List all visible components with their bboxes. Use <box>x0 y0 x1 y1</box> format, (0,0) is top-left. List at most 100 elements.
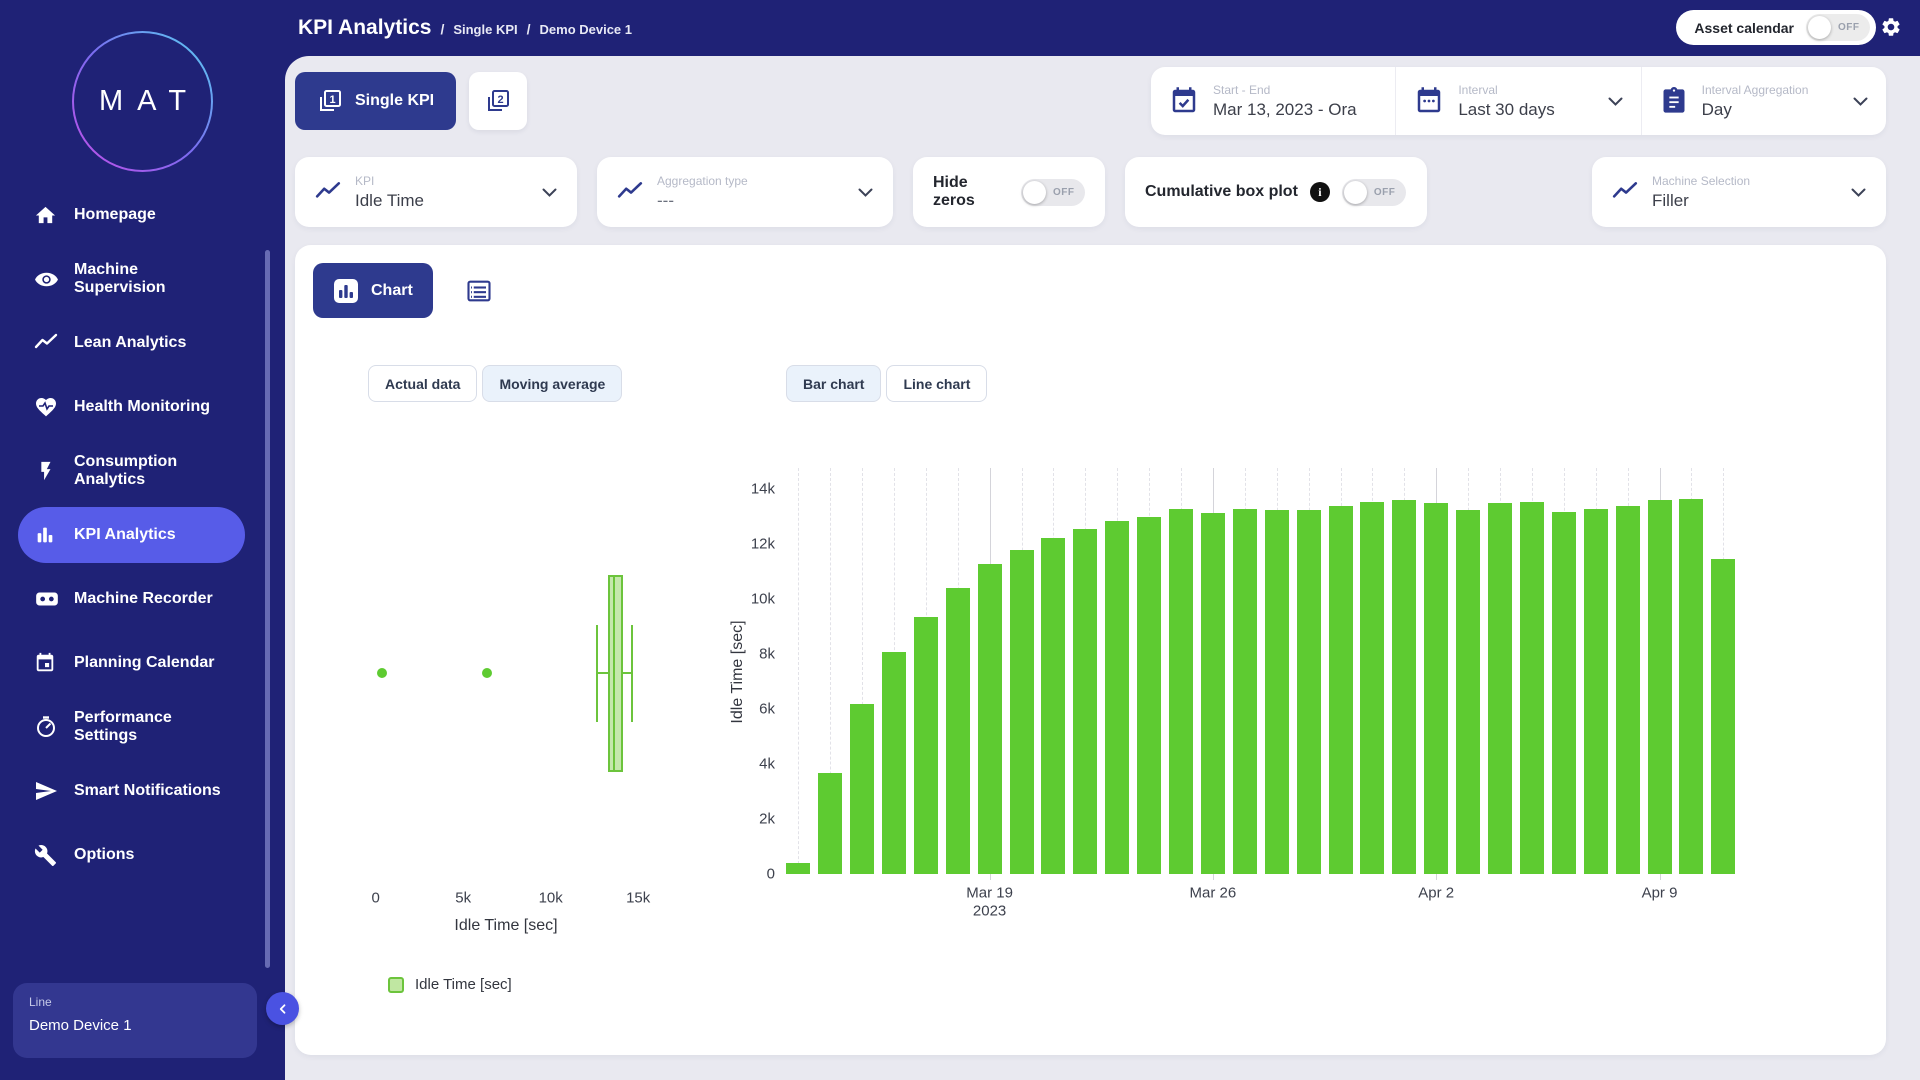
actual-data-chip[interactable]: Actual data <box>368 365 477 402</box>
bar[interactable] <box>1201 513 1225 874</box>
boxplot-median <box>613 577 615 770</box>
mode-row: 1 Single KPI 2 Start - End Mar 13, 2023 … <box>295 67 1886 135</box>
y-axis-tick-label: 0 <box>695 866 775 883</box>
breadcrumb-single-kpi[interactable]: Single KPI <box>453 22 517 37</box>
bar[interactable] <box>1329 506 1353 874</box>
sidebar-item-machine-recorder[interactable]: Machine Recorder <box>18 571 245 627</box>
cumulative-box-plot-toggle[interactable]: OFF <box>1342 179 1406 206</box>
bar[interactable] <box>786 863 810 874</box>
interval-aggregation-select[interactable]: Interval Aggregation Day <box>1641 67 1886 135</box>
x-axis-tick-label: Mar 26 <box>1190 885 1237 902</box>
stack-2-icon: 2 <box>485 88 511 114</box>
sidebar-item-kpi-analytics[interactable]: KPI Analytics <box>18 507 245 563</box>
bar[interactable] <box>978 564 1002 874</box>
chevron-left-icon <box>277 1003 289 1015</box>
line-device-name: Demo Device 1 <box>29 1017 257 1034</box>
bar[interactable] <box>914 617 938 874</box>
bar[interactable] <box>1297 510 1321 874</box>
sidebar-item-homepage[interactable]: Homepage <box>18 187 245 243</box>
bar[interactable] <box>1360 502 1384 874</box>
start-end-field[interactable]: Start - End Mar 13, 2023 - Ora <box>1151 67 1395 135</box>
bar[interactable] <box>1679 499 1703 874</box>
machine-selection-value: Filler <box>1652 191 1837 211</box>
data-mode-chips: Actual data Moving average <box>368 365 622 402</box>
bar[interactable] <box>1265 510 1289 874</box>
eye-icon <box>34 267 74 292</box>
bar[interactable] <box>1424 503 1448 874</box>
interval-value: Last 30 days <box>1458 100 1593 120</box>
sidebar-item-options[interactable]: Options <box>18 827 245 883</box>
bar[interactable] <box>1616 506 1640 874</box>
asset-calendar-toggle-pill[interactable]: Asset calendar OFF <box>1676 10 1876 45</box>
bar[interactable] <box>1233 509 1257 874</box>
sidebar-item-planning-calendar[interactable]: Planning Calendar <box>18 635 245 691</box>
bar[interactable] <box>1041 538 1065 874</box>
aggregation-type-select[interactable]: Aggregation type --- <box>597 157 893 227</box>
boxplot-outlier-point[interactable] <box>377 668 387 678</box>
asset-calendar-toggle[interactable]: OFF <box>1806 14 1870 41</box>
bar[interactable] <box>1711 559 1735 874</box>
sidebar-scrollbar[interactable] <box>265 250 270 968</box>
bar[interactable] <box>1488 503 1512 874</box>
breadcrumb-separator: / <box>527 21 531 37</box>
chevron-down-icon <box>1851 188 1866 197</box>
trend-icon <box>617 179 643 205</box>
bar[interactable] <box>1073 529 1097 874</box>
sidebar-nav: Homepage Machine Supervision Lean Analyt… <box>0 179 285 891</box>
sidebar-item-smart-notifications[interactable]: Smart Notifications <box>18 763 245 819</box>
bar[interactable] <box>946 588 970 874</box>
sidebar-item-performance-settings[interactable]: Performance Settings <box>18 699 245 755</box>
bar[interactable] <box>1552 512 1576 874</box>
bar[interactable] <box>1010 550 1034 874</box>
boxplot-box[interactable] <box>608 575 622 772</box>
sidebar-item-machine-supervision[interactable]: Machine Supervision <box>18 251 245 307</box>
selected-line-card[interactable]: Line Demo Device 1 <box>13 983 257 1058</box>
chart-legend[interactable]: Idle Time [sec] <box>388 976 512 993</box>
sidebar-item-lean-analytics[interactable]: Lean Analytics <box>18 315 245 371</box>
bar[interactable] <box>818 773 842 874</box>
sidebar-item-health-monitoring[interactable]: Health Monitoring <box>18 379 245 435</box>
bar[interactable] <box>1520 502 1544 874</box>
bar[interactable] <box>850 704 874 874</box>
kpi-select[interactable]: KPI Idle Time <box>295 157 577 227</box>
hide-zeros-toggle[interactable]: OFF <box>1021 179 1085 206</box>
line-chart-chip[interactable]: Line chart <box>886 365 987 402</box>
start-end-label: Start - End <box>1213 83 1377 97</box>
recorder-icon <box>34 586 74 612</box>
bar[interactable] <box>1648 500 1672 874</box>
bar-chart-chip[interactable]: Bar chart <box>786 365 881 402</box>
bar[interactable] <box>882 652 906 874</box>
table-view-button[interactable] <box>465 277 493 305</box>
mat-logo-text: MAT <box>85 85 200 118</box>
legend-color-swatch <box>388 977 404 993</box>
gauge-icon <box>34 715 74 739</box>
sidebar-collapse-button[interactable] <box>266 992 299 1025</box>
bar[interactable] <box>1137 517 1161 875</box>
chart-tab-button[interactable]: Chart <box>313 263 433 318</box>
machine-selection-select[interactable]: Machine Selection Filler <box>1592 157 1886 227</box>
wrench-icon <box>34 844 74 867</box>
bar[interactable] <box>1392 500 1416 874</box>
interval-select[interactable]: Interval Last 30 days <box>1395 67 1640 135</box>
bar[interactable] <box>1584 509 1608 874</box>
trend-icon <box>34 331 74 355</box>
x-axis-tick-label: Apr 9 <box>1642 885 1678 902</box>
clipboard-icon <box>1660 87 1688 115</box>
boxplot-x-axis-label: Idle Time [sec] <box>454 917 557 935</box>
breadcrumb-device[interactable]: Demo Device 1 <box>540 22 633 37</box>
svg-text:1: 1 <box>329 94 335 106</box>
send-icon <box>34 779 74 803</box>
settings-gear-icon[interactable] <box>1880 16 1902 38</box>
multi-kpi-button[interactable]: 2 <box>469 72 527 130</box>
bar[interactable] <box>1456 510 1480 874</box>
bar[interactable] <box>1169 509 1193 874</box>
mat-logo: MAT <box>72 31 213 172</box>
boxplot-outlier-point[interactable] <box>482 668 492 678</box>
single-kpi-button[interactable]: 1 Single KPI <box>295 72 456 130</box>
sidebar-item-consumption-analytics[interactable]: Consumption Analytics <box>18 443 245 499</box>
y-axis-tick-label: 4k <box>695 756 775 773</box>
moving-average-chip[interactable]: Moving average <box>482 365 622 402</box>
bar[interactable] <box>1105 521 1129 874</box>
info-icon[interactable]: i <box>1310 182 1330 202</box>
y-axis-tick-label: 12k <box>695 536 775 553</box>
